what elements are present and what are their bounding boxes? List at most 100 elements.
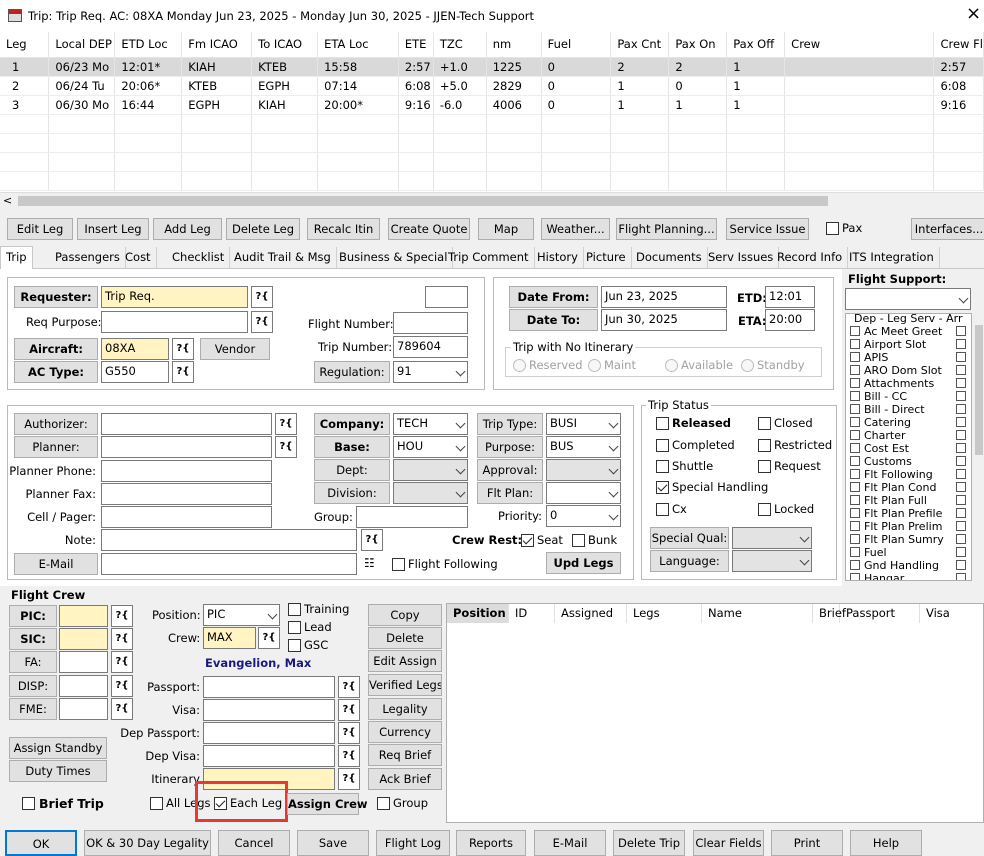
flight-support-arr-checkbox[interactable] <box>956 339 966 349</box>
flight-support-arr-checkbox[interactable] <box>956 430 966 440</box>
flight-support-dep-checkbox[interactable] <box>850 521 860 531</box>
assign-crew-button[interactable]: Assign Crew <box>287 793 368 815</box>
tab-record-info[interactable]: Record Info <box>772 247 849 268</box>
legs-cell[interactable]: 2:57 <box>933 57 984 77</box>
legs-col-header[interactable]: Fm ICAO <box>181 32 253 58</box>
status-restricted-checkbox[interactable] <box>758 439 771 452</box>
flight-support-dep-checkbox[interactable] <box>850 573 860 580</box>
group-input[interactable] <box>356 506 468 528</box>
each-leg-checkbox[interactable] <box>214 797 227 810</box>
all-legs-checkbox[interactable] <box>150 797 163 810</box>
flight-support-item[interactable]: Flt Following <box>850 468 933 481</box>
sic-input[interactable] <box>59 628 108 650</box>
radio-standby[interactable] <box>741 359 754 372</box>
legs-cell[interactable]: 12:01* <box>114 57 183 77</box>
bottom-ok-button[interactable]: OK <box>5 830 77 856</box>
pic-role-button[interactable]: PIC: <box>9 605 57 627</box>
disp-role-button[interactable]: DISP: <box>9 675 57 697</box>
legs-cell[interactable]: +5.0 <box>433 76 487 96</box>
tab-audit-trail-msg[interactable]: Audit Trail & Msg <box>229 247 337 268</box>
bottom-delete-trip-button[interactable]: Delete Trip <box>613 830 685 856</box>
legs-cell[interactable]: 16:44 <box>114 95 183 115</box>
legs-cell[interactable]: 20:06* <box>114 76 183 96</box>
dep_visa-input[interactable] <box>203 745 335 767</box>
flight-support-arr-checkbox[interactable] <box>956 404 966 414</box>
crew-edit-assign-button[interactable]: Edit Assign <box>368 650 442 672</box>
aircraft-label[interactable]: Aircraft: <box>14 338 98 360</box>
flight-support-item[interactable]: Hangar <box>850 572 904 580</box>
flight-support-dep-checkbox[interactable] <box>850 404 860 414</box>
status-special-handling-checkbox[interactable] <box>656 481 669 494</box>
legs-cell[interactable]: EGPH <box>181 95 253 115</box>
legs-row[interactable]: 2 06/24 Tu 20:06* KTEB EGPH 07:14 6:08 +5.0 2829… <box>0 76 984 96</box>
legs-col-header[interactable]: Crew <box>784 32 935 58</box>
purpose-select[interactable]: BUS <box>546 436 621 458</box>
legs-cell[interactable]: KIAH <box>181 57 253 77</box>
crew-ack-brief-button[interactable]: Ack Brief <box>368 768 442 790</box>
flight-support-dep-checkbox[interactable] <box>850 495 860 505</box>
flight-support-item[interactable]: ARO Dom Slot <box>850 364 942 377</box>
base-select[interactable]: HOU <box>393 436 468 458</box>
flight-support-dep-checkbox[interactable] <box>850 508 860 518</box>
actype-input[interactable]: G550 <box>101 361 169 383</box>
position-select[interactable]: PIC <box>203 604 280 626</box>
regulation-button[interactable]: Regulation: <box>314 361 390 383</box>
language-select[interactable] <box>732 550 812 572</box>
requester-label[interactable]: Requester: <box>14 286 98 308</box>
flight-support-arr-checkbox[interactable] <box>956 560 966 570</box>
crew-delete-button[interactable]: Delete <box>368 627 442 649</box>
flight-support-item[interactable]: Flt Plan Prelim <box>850 520 942 533</box>
legs-cell[interactable]: 1 <box>668 95 728 115</box>
legs-cell[interactable]: 6:08 <box>398 76 434 96</box>
bottom-cancel-button[interactable]: Cancel <box>218 830 290 856</box>
flight-support-item[interactable]: Bill - Direct <box>850 403 925 416</box>
legs-cell[interactable]: 07:14 <box>317 76 399 96</box>
flight-support-item[interactable]: Bill - CC <box>850 390 907 403</box>
legs-cell[interactable]: KIAH <box>251 95 319 115</box>
status-cx-checkbox[interactable] <box>656 503 669 516</box>
approval-button[interactable]: Approval: <box>477 459 543 481</box>
flight-support-arr-checkbox[interactable] <box>956 547 966 557</box>
toolbar-button-service-issue[interactable]: Service Issue <box>726 218 809 240</box>
legs-grid[interactable]: Leg Local DEP ETD Loc Fm ICAO To ICAO ETA Loc… <box>0 32 984 192</box>
crew-legality-button[interactable]: Legality <box>368 698 442 720</box>
flight-support-item[interactable]: Catering <box>850 416 911 429</box>
legs-cell[interactable]: 2 <box>610 57 670 77</box>
legs-cell[interactable]: KTEB <box>181 76 253 96</box>
flt-plan-select[interactable] <box>546 482 621 504</box>
tab-checklist[interactable]: Checklist <box>167 247 231 268</box>
flight-support-dep-checkbox[interactable] <box>850 469 860 479</box>
gsc-checkbox[interactable] <box>288 639 301 652</box>
status-released-checkbox[interactable] <box>656 417 669 430</box>
crew-grid-col-passport[interactable]: Passport <box>840 604 920 623</box>
legs-cell[interactable]: 20:00* <box>317 95 399 115</box>
flight-support-item[interactable]: Fuel <box>850 546 887 559</box>
legs-cell[interactable]: 0 <box>541 57 612 77</box>
legs-cell[interactable]: 1 <box>0 57 50 77</box>
legs-table[interactable]: Leg Local DEP ETD Loc Fm ICAO To ICAO ETA Loc… <box>0 32 984 191</box>
legs-cell[interactable]: 1 <box>726 76 786 96</box>
note-lookup-icon[interactable]: ?{ <box>361 529 383 551</box>
interfaces-button[interactable]: Interfaces... <box>911 218 984 240</box>
tab-serv-issues[interactable]: Serv Issues <box>703 247 780 268</box>
legs-cell[interactable]: +1.0 <box>433 57 487 77</box>
contacts-icon[interactable]: ☷ <box>364 553 375 573</box>
vendor-button[interactable]: Vendor <box>200 338 270 360</box>
upd-legs-button[interactable]: Upd Legs <box>546 552 621 574</box>
bottom-save-button[interactable]: Save <box>297 830 369 856</box>
flight-support-arr-checkbox[interactable] <box>956 482 966 492</box>
division-button[interactable]: Division: <box>314 482 390 504</box>
toolbar-button-add-leg[interactable]: Add Leg <box>153 218 222 240</box>
trip-type-button[interactable]: Trip Type: <box>477 413 543 435</box>
planner-button[interactable]: Planner: <box>14 436 98 458</box>
flight-support-item[interactable]: Gnd Handling <box>850 559 939 572</box>
sic-lookup-icon[interactable]: ?{ <box>111 628 133 650</box>
bottom-reports-button[interactable]: Reports <box>456 830 526 856</box>
legs-cell[interactable]: 1 <box>726 95 786 115</box>
flight-support-dep-checkbox[interactable] <box>850 378 860 388</box>
toolbar-button-map[interactable]: Map <box>478 218 534 240</box>
legs-cell[interactable]: 06/30 Mo <box>48 95 116 115</box>
toolbar-button-weather[interactable]: Weather... <box>541 218 610 240</box>
flight-support-scrollbar[interactable] <box>973 313 984 581</box>
authorizer-input[interactable] <box>101 413 272 435</box>
